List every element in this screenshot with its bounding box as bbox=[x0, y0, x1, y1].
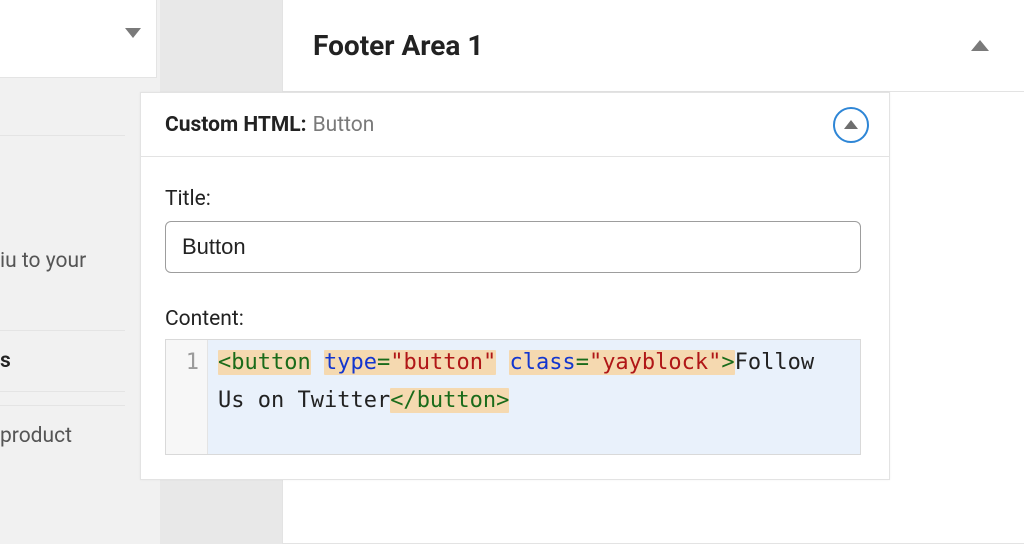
tok-close-open: </ bbox=[390, 388, 417, 413]
content-code-editor[interactable]: 1 <button type="button" class="yayblock"… bbox=[165, 339, 861, 455]
tok-q2: " bbox=[483, 350, 496, 375]
tok-tag-close: button bbox=[417, 388, 496, 413]
tok-eq2: = bbox=[576, 350, 589, 375]
tok-tag-open: button bbox=[231, 350, 310, 375]
sidebar-fragment-3-text: product bbox=[0, 424, 72, 448]
tok-close-gt: > bbox=[496, 388, 509, 413]
title-label: Title: bbox=[165, 187, 865, 211]
sidebar-fragment-3[interactable]: product bbox=[0, 405, 125, 466]
tok-lt: < bbox=[218, 350, 231, 375]
sidebar-fragment-1: iu to your bbox=[0, 135, 125, 265]
tok-eq1: = bbox=[377, 350, 390, 375]
line-number: 1 bbox=[166, 344, 199, 382]
tok-q1: " bbox=[390, 350, 403, 375]
tok-val-type: button bbox=[403, 350, 482, 375]
widget-custom-html: Custom HTML: Button Title: Content: 1 <b… bbox=[140, 92, 890, 480]
caret-up-icon bbox=[844, 120, 858, 129]
sidebar-fragment-2-text: s bbox=[0, 349, 11, 373]
widget-name: Button bbox=[313, 113, 375, 137]
collapse-button[interactable] bbox=[833, 107, 869, 143]
caret-up-icon bbox=[971, 40, 989, 51]
tok-gt: > bbox=[721, 350, 734, 375]
code-area[interactable]: <button type="button" class="yayblock">F… bbox=[208, 340, 860, 454]
section-header[interactable]: Footer Area 1 bbox=[283, 0, 1024, 92]
content-label: Content: bbox=[165, 307, 865, 331]
section-title: Footer Area 1 bbox=[313, 29, 483, 62]
tok-q4: " bbox=[708, 350, 721, 375]
sidebar: iu to your s product bbox=[0, 0, 160, 544]
sidebar-fragment-1-text: iu to your bbox=[0, 154, 125, 273]
sidebar-collapsed-panel[interactable] bbox=[0, 0, 157, 78]
tok-val-class: yayblock bbox=[602, 350, 708, 375]
widget-body: Title: Content: 1 <button type="button" … bbox=[141, 157, 889, 479]
tok-attr-class: class bbox=[509, 350, 575, 375]
widget-type-label: Custom HTML: bbox=[165, 113, 307, 137]
sidebar-fragment-2[interactable]: s bbox=[0, 330, 125, 392]
caret-down-icon bbox=[125, 28, 141, 38]
code-gutter: 1 bbox=[166, 340, 208, 454]
tok-attr-type: type bbox=[324, 350, 377, 375]
tok-q3: " bbox=[589, 350, 602, 375]
title-input[interactable] bbox=[165, 221, 861, 273]
widget-header[interactable]: Custom HTML: Button bbox=[141, 93, 889, 157]
